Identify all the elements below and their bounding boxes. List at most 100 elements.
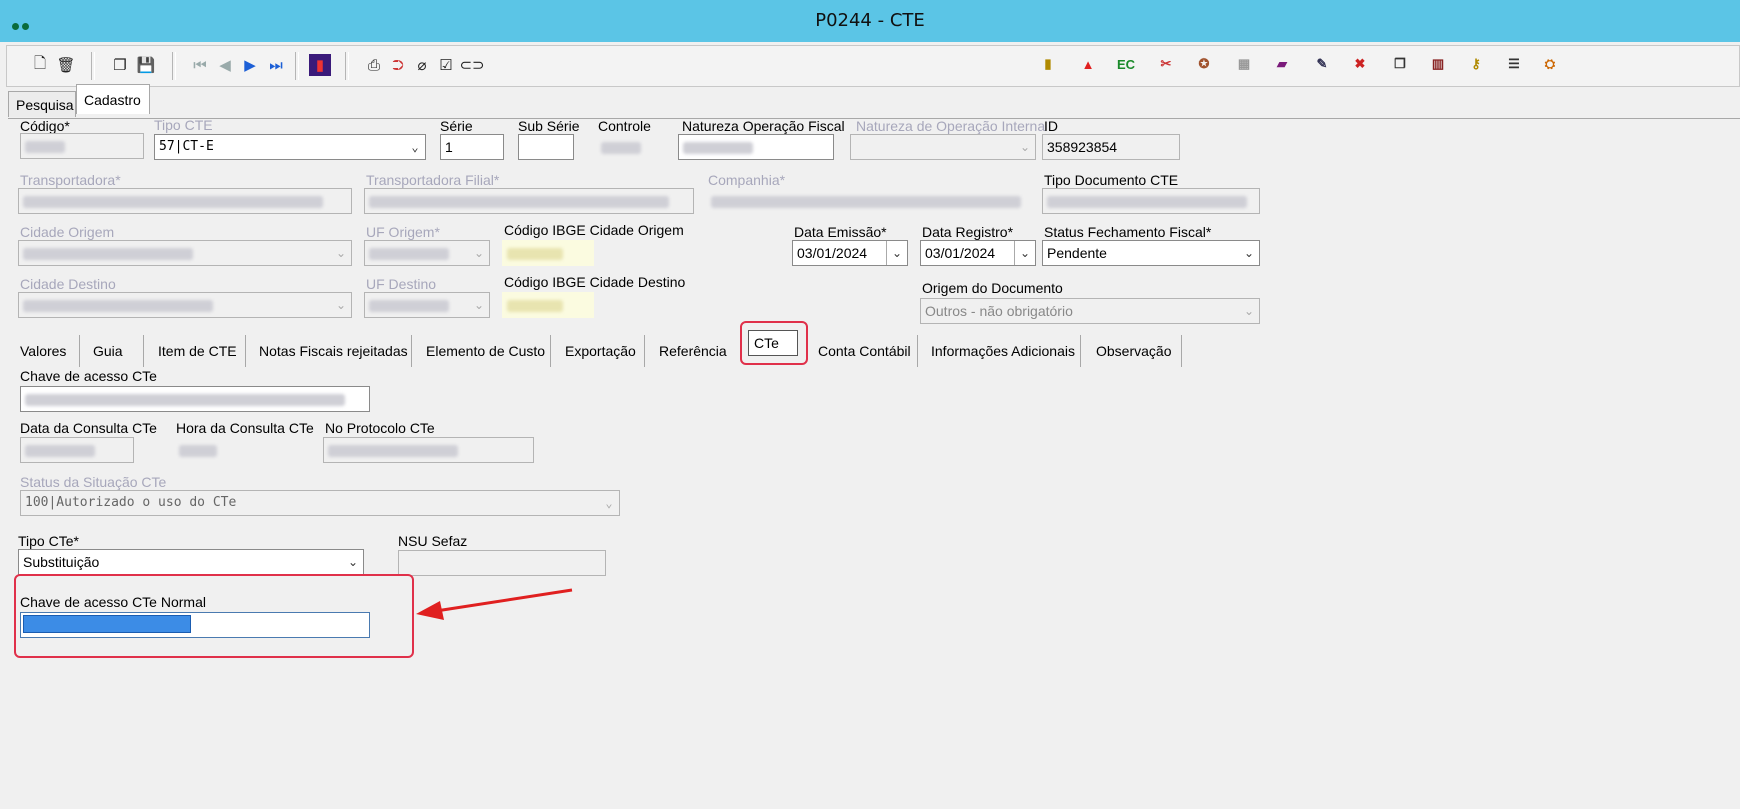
origem-documento-select: Outros - não obrigatório ⌄ (920, 298, 1260, 324)
tipo-documento-label: Tipo Documento CTE (1044, 172, 1179, 188)
subtab-guia[interactable]: Guia (93, 343, 123, 359)
codigo-label: Código* (20, 118, 70, 134)
tipo-cte-label: Tipo CTE (154, 117, 213, 133)
origem-documento-label: Origem do Documento (922, 280, 1063, 296)
tools-icon[interactable]: ⛭ (1539, 53, 1561, 75)
new-document-icon[interactable]: 🗋 (29, 54, 51, 76)
key-icon[interactable]: ⚷ (1465, 53, 1487, 75)
subtab-valores[interactable]: Valores (20, 343, 66, 359)
calendar-dropdown-icon: ⌄ (1014, 241, 1035, 265)
print-icon[interactable]: ⎙ (363, 54, 385, 76)
tipo-cte-substituicao-select[interactable]: Substituição ⌄ (18, 549, 364, 575)
chevron-down-icon: ⌄ (1243, 304, 1255, 318)
title-bar: P0244 - CTE (0, 0, 1740, 42)
cte-tab-highlight (740, 321, 808, 365)
edit-icon[interactable]: ✎ (1311, 53, 1333, 75)
subtab-exportacao[interactable]: Exportação (565, 343, 636, 359)
table-icon[interactable]: ▦ (1233, 53, 1255, 75)
subtab-informacoes-adicionais[interactable]: Informações Adicionais (931, 343, 1075, 359)
subtab-item-de-cte[interactable]: Item de CTE (158, 343, 237, 359)
report-icon[interactable]: ✂ (1155, 53, 1177, 75)
uf-origem-label: UF Origem* (366, 224, 440, 240)
tipo-cte-label-2: Tipo CTe* (18, 533, 79, 549)
sub-serie-field[interactable] (518, 134, 574, 160)
save-icon[interactable]: 💾 (135, 54, 157, 76)
controle-field (596, 134, 666, 160)
hora-consulta-field (174, 437, 230, 463)
data-consulta-field (20, 437, 134, 463)
next-record-icon[interactable]: ▶ (239, 54, 261, 76)
tipo-cte-select[interactable]: 57|CT-E ⌄ (154, 134, 426, 160)
data-consulta-label: Data da Consulta CTe (20, 420, 157, 436)
windows-icon[interactable]: ❐ (1389, 53, 1411, 75)
codigo-field[interactable] (20, 133, 144, 159)
status-situacao-label: Status da Situação CTe (20, 474, 167, 490)
annotation-arrow-icon (416, 588, 573, 620)
transportadora-select (18, 188, 352, 214)
subtab-notas-fiscais-rejeitadas[interactable]: Notas Fiscais rejeitadas (259, 343, 408, 359)
serie-label: Série (440, 118, 473, 134)
window-title: P0244 - CTE (815, 10, 925, 31)
battery-icon[interactable]: ▮ (1037, 53, 1059, 75)
serie-field[interactable]: 1 (440, 134, 504, 160)
chave-acesso-label: Chave de acesso CTe (20, 368, 157, 384)
chevron-down-icon: ⌄ (1243, 246, 1255, 260)
id-field: 358923854 (1042, 134, 1180, 160)
badge-icon[interactable]: ✪ (1193, 53, 1215, 75)
ibge-origem-field (502, 240, 594, 266)
chevron-down-icon: ⌄ (347, 555, 359, 569)
chevron-down-icon: ⌄ (411, 140, 419, 154)
binder-icon[interactable]: ▥ (1427, 53, 1449, 75)
id-label: ID (1044, 118, 1058, 134)
cidade-destino-label: Cidade Destino (20, 276, 116, 292)
data-emissao-field[interactable]: 03/01/2024 ⌄ (792, 240, 908, 266)
chevron-down-icon: ⌄ (1019, 140, 1031, 154)
tipo-documento-select (1042, 188, 1260, 214)
list-icon[interactable]: ☰ (1503, 53, 1525, 75)
transportadora-label: Transportadora* (20, 172, 121, 188)
natureza-op-interna-select: ⌄ (850, 134, 1036, 160)
tab-pesquisa[interactable]: Pesquisa (8, 91, 76, 117)
calendar-dropdown-icon: ⌄ (886, 241, 907, 265)
chave-acesso-field[interactable] (20, 386, 370, 412)
natureza-op-fiscal-label: Natureza Operação Fiscal (682, 118, 845, 134)
tab-cadastro[interactable]: Cadastro (76, 84, 150, 114)
subtab-observacao[interactable]: Observação (1096, 343, 1171, 359)
chave-normal-highlight (14, 574, 414, 658)
data-registro-field[interactable]: 03/01/2024 ⌄ (920, 240, 1036, 266)
chart-icon[interactable]: ▮ (309, 54, 331, 76)
cidade-origem-select: ⌄ (18, 240, 352, 266)
transportadora-filial-select (364, 188, 694, 214)
ec-icon[interactable]: EC (1115, 53, 1137, 75)
export-icon[interactable]: ⮊ (387, 54, 409, 76)
natureza-op-fiscal-field[interactable] (678, 134, 834, 160)
uf-destino-label: UF Destino (366, 276, 437, 292)
link-icon[interactable]: ⊂⊃ (459, 54, 484, 76)
first-record-icon[interactable]: ⏮ (189, 54, 211, 76)
chevron-down-icon: ⌄ (605, 496, 613, 510)
last-record-icon[interactable]: ⏭ (265, 54, 287, 76)
transportadora-filial-label: Transportadora Filial* (366, 172, 500, 188)
subtab-referencia[interactable]: Referência (659, 343, 727, 359)
subtab-elemento-de-custo[interactable]: Elemento de Custo (426, 343, 545, 359)
status-fechamento-label: Status Fechamento Fiscal* (1044, 224, 1212, 240)
acrobat-icon[interactable]: ▲ (1077, 53, 1099, 75)
data-registro-label: Data Registro* (922, 224, 1014, 240)
previous-record-icon[interactable]: ◀ (214, 54, 236, 76)
cidade-destino-select: ⌄ (18, 292, 352, 318)
checklist-icon[interactable]: ☑ (435, 54, 457, 76)
controle-label: Controle (598, 118, 651, 134)
ibge-destino-label: Código IBGE Cidade Destino (504, 274, 686, 290)
bug-icon[interactable]: ✖ (1349, 53, 1371, 75)
nsu-sefaz-field (398, 550, 606, 576)
uf-origem-select: ⌄ (364, 240, 490, 266)
sub-serie-label: Sub Série (518, 118, 580, 134)
attach-icon[interactable]: ⌀ (411, 54, 433, 76)
book-icon[interactable]: ▰ (1271, 53, 1293, 75)
copy-icon[interactable]: ❐ (109, 54, 131, 76)
status-fechamento-select[interactable]: Pendente ⌄ (1042, 240, 1260, 266)
companhia-select (706, 188, 1036, 214)
trash-icon[interactable]: 🗑 (55, 54, 77, 76)
companhia-label: Companhia* (708, 172, 786, 188)
subtab-conta-contabil[interactable]: Conta Contábil (818, 343, 911, 359)
